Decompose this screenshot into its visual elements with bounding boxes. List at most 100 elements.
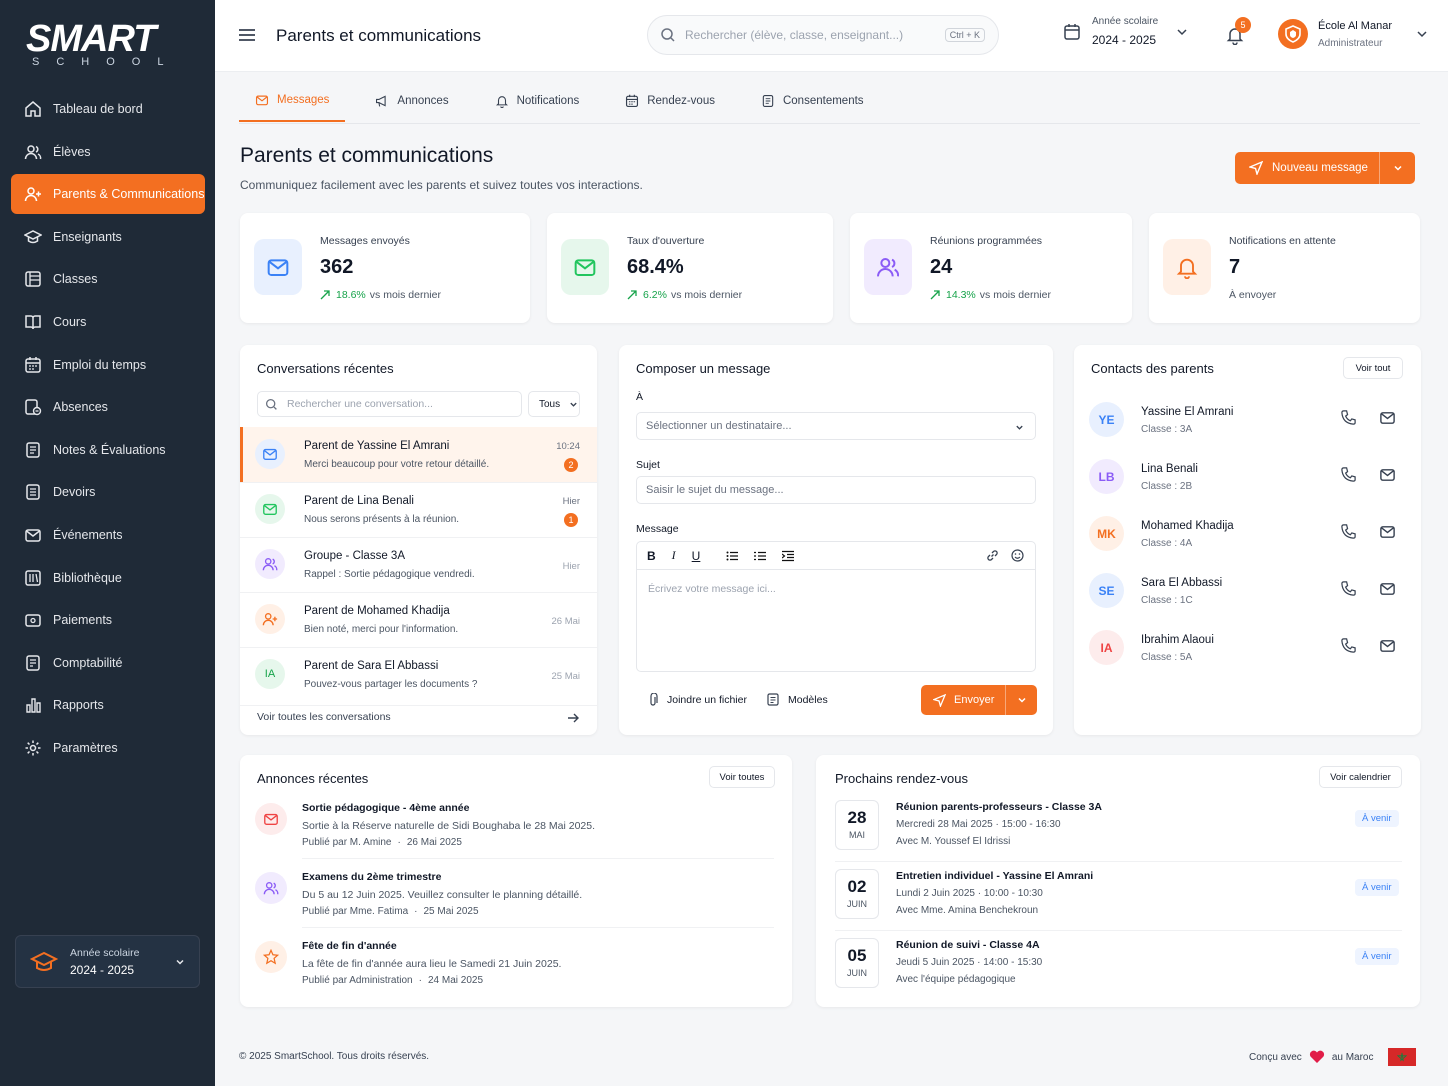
compose-title: Composer un message bbox=[636, 361, 771, 376]
new-message-main[interactable]: Nouveau message bbox=[1235, 152, 1379, 184]
conversation-item[interactable]: IA Parent de Sara El Abbassi Pouvez-vous p… bbox=[240, 647, 597, 702]
mail-icon[interactable] bbox=[1379, 523, 1396, 540]
global-search-input[interactable]: Rechercher (élève, classe, enseignant...… bbox=[647, 15, 999, 55]
sidebar-item[interactable]: Notes & Évaluations bbox=[11, 430, 205, 470]
sidebar-item[interactable]: Paiements bbox=[11, 600, 205, 640]
mail-icon[interactable] bbox=[1379, 580, 1396, 597]
announcement-icon-box bbox=[255, 803, 287, 835]
bold-button[interactable]: B bbox=[647, 549, 656, 563]
tab-notifications[interactable]: Notifications bbox=[479, 80, 596, 122]
appointment-item[interactable]: 05 JUIN Réunion de suivi - Classe 4A Jeudi … bbox=[816, 938, 1420, 1006]
see-all-announcements-button[interactable]: Voir toutes bbox=[709, 766, 775, 788]
sidebar-item[interactable]: Parents & Communications bbox=[11, 174, 205, 215]
arrow-right-icon[interactable] bbox=[567, 712, 579, 724]
templates-button[interactable]: Modèles bbox=[767, 693, 828, 706]
conversation-item[interactable]: Parent de Mohamed Khadija Bien noté, merc… bbox=[240, 592, 597, 647]
send-main[interactable]: Envoyer bbox=[921, 685, 1005, 715]
conversation-avatar bbox=[255, 494, 285, 524]
contact-name: Lina Benali bbox=[1141, 463, 1198, 475]
mail-icon[interactable] bbox=[1379, 409, 1396, 426]
sidebar-item[interactable]: Rapports bbox=[11, 685, 205, 725]
sidebar-item[interactable]: Bibliothèque bbox=[11, 558, 205, 598]
sidebar-item[interactable]: Enseignants bbox=[11, 217, 205, 257]
sidebar-item[interactable]: Emploi du temps bbox=[11, 345, 205, 385]
sidebar-item[interactable]: Tableau de bord bbox=[11, 89, 205, 129]
view-calendar-button[interactable]: Voir calendrier bbox=[1319, 766, 1402, 788]
megaphone-icon bbox=[376, 95, 387, 107]
announcement-description: La fête de fin d'année aura lieu le Same… bbox=[302, 958, 562, 970]
underline-button[interactable]: U bbox=[692, 549, 701, 563]
sidebar-item[interactable]: Paramètres bbox=[11, 728, 205, 768]
message-editor[interactable]: B I U Écrivez votre message ici... bbox=[636, 541, 1036, 672]
appointment-item[interactable]: 02 JUIN Entretien individuel - Yassine El … bbox=[816, 869, 1420, 937]
menu-icon[interactable] bbox=[238, 27, 256, 43]
numbered-list-icon[interactable] bbox=[754, 550, 767, 562]
recipient-select[interactable]: Sélectionner un destinataire... bbox=[636, 412, 1036, 440]
sidebar-item-label: Événements bbox=[53, 527, 123, 542]
star-icon bbox=[263, 949, 279, 965]
year-value: 2024 - 2025 bbox=[70, 962, 135, 977]
announcement-author: Publié par Administration bbox=[302, 975, 413, 986]
sidebar-item[interactable]: Absences bbox=[11, 387, 205, 427]
see-all-contacts-button[interactable]: Voir tout bbox=[1343, 357, 1403, 379]
phone-icon[interactable] bbox=[1340, 466, 1357, 483]
stat-comparison: vs mois dernier bbox=[670, 289, 743, 301]
contact-class: Classe : 1C bbox=[1141, 595, 1193, 606]
sidebar-item[interactable]: Élèves bbox=[11, 132, 205, 172]
link-icon[interactable] bbox=[986, 549, 999, 562]
phone-icon[interactable] bbox=[1340, 523, 1357, 540]
italic-button[interactable]: I bbox=[672, 548, 676, 563]
appointment-item[interactable]: 28 MAI Réunion parents-professeurs - Class… bbox=[816, 800, 1420, 868]
account-menu[interactable]: École Al Manar Administrateur bbox=[1278, 19, 1428, 49]
tab-annonces[interactable]: Annonces bbox=[359, 80, 464, 122]
sidebar-item[interactable]: Cours bbox=[11, 302, 205, 342]
app-logo[interactable]: SMART SCHOOL bbox=[26, 20, 176, 68]
bullet-list-icon[interactable] bbox=[726, 550, 739, 562]
sidebar-item[interactable]: Classes bbox=[11, 259, 205, 299]
chevron-down-icon bbox=[1017, 697, 1026, 703]
stat-trend: 14.3% vs mois dernier bbox=[930, 289, 1051, 301]
announcement-item[interactable]: Fête de fin d'année La fête de fin d'anné… bbox=[240, 939, 792, 1007]
see-all-conversations-link[interactable]: Voir toutes les conversations bbox=[257, 711, 391, 723]
home-icon bbox=[25, 101, 41, 117]
subject-input[interactable]: Saisir le sujet du message... bbox=[636, 476, 1036, 504]
mail-icon[interactable] bbox=[1379, 466, 1396, 483]
attach-file-button[interactable]: Joindre un fichier bbox=[647, 693, 747, 707]
new-message-button: Nouveau message bbox=[1235, 152, 1415, 184]
indent-icon[interactable] bbox=[782, 550, 795, 562]
send-dropdown[interactable] bbox=[1005, 685, 1037, 715]
send-label: Envoyer bbox=[954, 694, 995, 706]
tab-consentements[interactable]: Consentements bbox=[745, 80, 880, 122]
school-year-selector[interactable]: Année scolaire 2024 - 2025 bbox=[1063, 16, 1188, 47]
notifications-button[interactable]: 5 bbox=[1225, 17, 1251, 45]
tab-messages[interactable]: Messages bbox=[239, 80, 346, 122]
unread-badge: 1 bbox=[564, 513, 578, 527]
payment-icon bbox=[25, 614, 41, 627]
users-icon bbox=[24, 144, 42, 159]
conversation-item[interactable]: Parent de Yassine El Amrani Merci beaucou… bbox=[240, 427, 597, 482]
year-selector[interactable]: Année scolaire 2024 - 2025 bbox=[15, 935, 200, 988]
sidebar-item[interactable]: Devoirs bbox=[11, 472, 205, 512]
phone-icon[interactable] bbox=[1340, 409, 1357, 426]
conversation-item[interactable]: Parent de Lina Benali Nous serons présent… bbox=[240, 482, 597, 537]
conversation-avatar bbox=[255, 439, 285, 469]
announcement-description: Du 5 au 12 Juin 2025. Veuillez consulter… bbox=[302, 889, 583, 901]
conversation-item[interactable]: Groupe - Classe 3A Rappel : Sortie pédago… bbox=[240, 537, 597, 592]
sidebar-item[interactable]: Comptabilité bbox=[11, 643, 205, 683]
conversation-filter-select[interactable]: Tous bbox=[528, 391, 580, 417]
appointment-day: 05 bbox=[847, 946, 867, 965]
conversation-name: Parent de Lina Benali bbox=[304, 495, 414, 507]
mail-icon[interactable] bbox=[1379, 637, 1396, 654]
sidebar-item[interactable]: Événements bbox=[11, 515, 205, 555]
tab-rendezvous[interactable]: Rendez-vous bbox=[609, 80, 731, 122]
appointment-time: Jeudi 5 Juin 2025 · 14:00 - 15:30 bbox=[896, 957, 1043, 968]
appointment-month: JUIN bbox=[847, 968, 867, 978]
new-message-dropdown[interactable] bbox=[1379, 152, 1415, 184]
phone-icon[interactable] bbox=[1340, 637, 1357, 654]
contact-name: Yassine El Amrani bbox=[1141, 406, 1234, 418]
phone-icon[interactable] bbox=[1340, 580, 1357, 597]
conversation-search-input[interactable]: Rechercher une conversation... bbox=[257, 391, 522, 417]
emoji-icon[interactable] bbox=[1011, 549, 1024, 562]
announcement-title: Examens du 2ème trimestre bbox=[302, 871, 442, 883]
conversation-preview: Nous serons présents à la réunion. bbox=[304, 514, 460, 525]
